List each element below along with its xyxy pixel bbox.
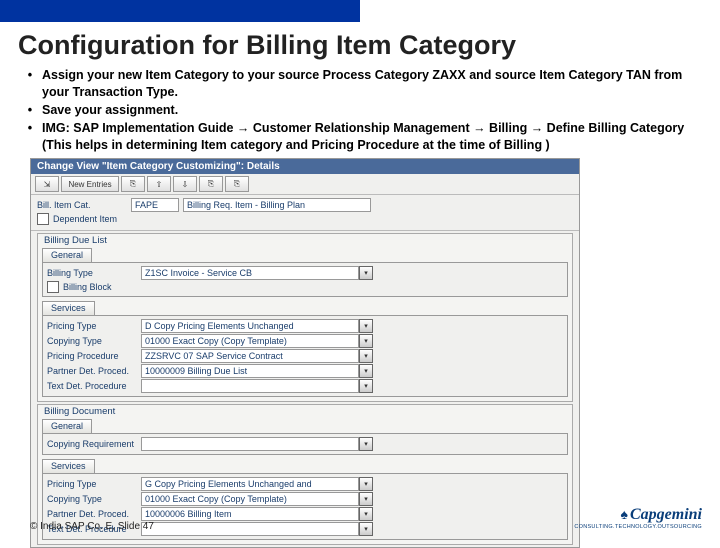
tab-services[interactable]: Services	[42, 459, 95, 473]
billing-type-row: Billing Type Z1SC Invoice - Service CB▾	[47, 266, 563, 280]
toolbar-new-entries-button[interactable]: New Entries	[61, 176, 119, 192]
list-item: Pricing Procedure ZZSRVC 07 SAP Service C…	[47, 349, 563, 363]
toolbar-button[interactable]: ⎘	[121, 176, 145, 192]
tab-services[interactable]: Services	[42, 301, 95, 315]
bullets-block: • Assign your new Item Category to your …	[0, 67, 720, 156]
bullet-1: • Assign your new Item Category to your …	[18, 67, 702, 101]
tab-body-general: Copying Requirement ▾	[42, 433, 568, 455]
bill-item-cat-row: Bill. Item Cat. FAPE Billing Req. Item -…	[37, 198, 573, 212]
bullet-text: Save your assignment.	[42, 102, 702, 119]
field-input[interactable]: 10000006 Billing Item	[141, 507, 359, 521]
toolbar-button[interactable]: ⎘	[199, 176, 223, 192]
list-item: Pricing Type D Copy Pricing Elements Unch…	[47, 319, 563, 333]
group-title: Billing Due List	[38, 234, 572, 247]
dropdown-icon[interactable]: ▾	[359, 364, 373, 378]
tab-set: General	[38, 419, 572, 433]
list-item: Text Det. Procedure ▾	[47, 379, 563, 393]
list-item: Partner Det. Proced. 10000006 Billing Ite…	[47, 507, 563, 521]
field-input[interactable]	[141, 437, 359, 451]
field-input[interactable]: 10000009 Billing Due List	[141, 364, 359, 378]
slide-title: Configuration for Billing Item Category	[0, 22, 720, 67]
logo-subtitle: CONSULTING.TECHNOLOGY.OUTSOURCING	[574, 524, 702, 530]
dropdown-icon[interactable]: ▾	[359, 334, 373, 348]
dropdown-icon[interactable]: ▾	[359, 266, 373, 280]
bullet-text: Assign your new Item Category to your so…	[42, 67, 702, 101]
list-item: Pricing Type G Copy Pricing Elements Unch…	[47, 477, 563, 491]
dropdown-icon[interactable]: ▾	[359, 319, 373, 333]
bullet-2: • Save your assignment.	[18, 102, 702, 119]
logo-name: Capgemini	[630, 506, 702, 523]
field-input[interactable]: ZZSRVC 07 SAP Service Contract	[141, 349, 359, 363]
bullet-3: • IMG: SAP Implementation Guide → Custom…	[18, 120, 702, 154]
toolbar-button[interactable]: ⎘	[225, 176, 249, 192]
footer-text: © India SAP Co. E, Slide 47	[30, 521, 154, 532]
field-input[interactable]: 01000 Exact Copy (Copy Template)	[141, 334, 359, 348]
billing-block-checkbox[interactable]	[47, 281, 59, 293]
bill-item-cat-code[interactable]: FAPE	[131, 198, 179, 212]
field-input[interactable]: G Copy Pricing Elements Unchanged and Re…	[141, 477, 359, 491]
billing-due-list-group: Billing Due List General Billing Type Z1…	[37, 233, 573, 402]
tab-general[interactable]: General	[42, 419, 92, 433]
list-item: Copying Type 01000 Exact Copy (Copy Templ…	[47, 334, 563, 348]
top-fields: Bill. Item Cat. FAPE Billing Req. Item -…	[31, 195, 579, 231]
field-label: Billing Type	[47, 268, 137, 278]
tab-set: Services	[38, 459, 572, 473]
bullet-dot: •	[18, 102, 42, 119]
field-label: Copying Requirement	[47, 439, 137, 449]
billing-block-row: Billing Block	[47, 281, 563, 293]
field-label: Pricing Type	[47, 321, 137, 331]
dropdown-icon[interactable]: ▾	[359, 379, 373, 393]
spade-icon: ♠	[621, 506, 628, 522]
bullet-dot: •	[18, 120, 42, 154]
bill-item-cat-desc: Billing Req. Item - Billing Plan	[183, 198, 371, 212]
tab-body-services: Pricing Type D Copy Pricing Elements Unch…	[42, 315, 568, 397]
dropdown-icon[interactable]: ▾	[359, 492, 373, 506]
toolbar-button[interactable]: ⇧	[147, 176, 171, 192]
sap-window: Change View "Item Category Customizing":…	[30, 158, 580, 548]
field-label: Partner Det. Proced.	[47, 366, 137, 376]
bullet-dot: •	[18, 67, 42, 101]
billing-type-input[interactable]: Z1SC Invoice - Service CB	[141, 266, 359, 280]
field-label: Copying Type	[47, 336, 137, 346]
dropdown-icon[interactable]: ▾	[359, 437, 373, 451]
field-label: Copying Type	[47, 494, 137, 504]
group-title: Billing Document	[38, 405, 572, 418]
dropdown-icon[interactable]: ▾	[359, 522, 373, 536]
capgemini-logo: ♠Capgemini CONSULTING.TECHNOLOGY.OUTSOUR…	[574, 506, 702, 530]
toolbar-expand-button[interactable]: ⇲	[35, 176, 59, 192]
bullet-text: IMG: SAP Implementation Guide → Customer…	[42, 120, 702, 154]
field-label: Text Det. Procedure	[47, 381, 137, 391]
tab-set: General	[38, 248, 572, 262]
list-item: Copying Type 01000 Exact Copy (Copy Templ…	[47, 492, 563, 506]
dependent-item-checkbox[interactable]	[37, 213, 49, 225]
field-label: Pricing Procedure	[47, 351, 137, 361]
field-input[interactable]: D Copy Pricing Elements Unchanged	[141, 319, 359, 333]
tab-set: Services	[38, 301, 572, 315]
field-input[interactable]	[141, 522, 359, 536]
field-label: Dependent Item	[53, 214, 117, 224]
dropdown-icon[interactable]: ▾	[359, 477, 373, 491]
field-label: Partner Det. Proced.	[47, 509, 137, 519]
field-label: Bill. Item Cat.	[37, 200, 127, 210]
sap-window-title: Change View "Item Category Customizing":…	[31, 159, 579, 174]
dropdown-icon[interactable]: ▾	[359, 507, 373, 521]
toolbar-button[interactable]: ⇩	[173, 176, 197, 192]
field-input[interactable]	[141, 379, 359, 393]
sap-toolbar: ⇲ New Entries ⎘ ⇧ ⇩ ⎘ ⎘	[31, 174, 579, 195]
copying-req-row: Copying Requirement ▾	[47, 437, 563, 451]
tab-body-general: Billing Type Z1SC Invoice - Service CB▾ …	[42, 262, 568, 297]
tab-general[interactable]: General	[42, 248, 92, 262]
slide-top-bar	[0, 0, 360, 22]
dependent-item-row: Dependent Item	[37, 213, 573, 225]
field-label: Billing Block	[63, 282, 112, 292]
field-label: Pricing Type	[47, 479, 137, 489]
dropdown-icon[interactable]: ▾	[359, 349, 373, 363]
list-item: Partner Det. Proced. 10000009 Billing Due…	[47, 364, 563, 378]
field-input[interactable]: 01000 Exact Copy (Copy Template)	[141, 492, 359, 506]
